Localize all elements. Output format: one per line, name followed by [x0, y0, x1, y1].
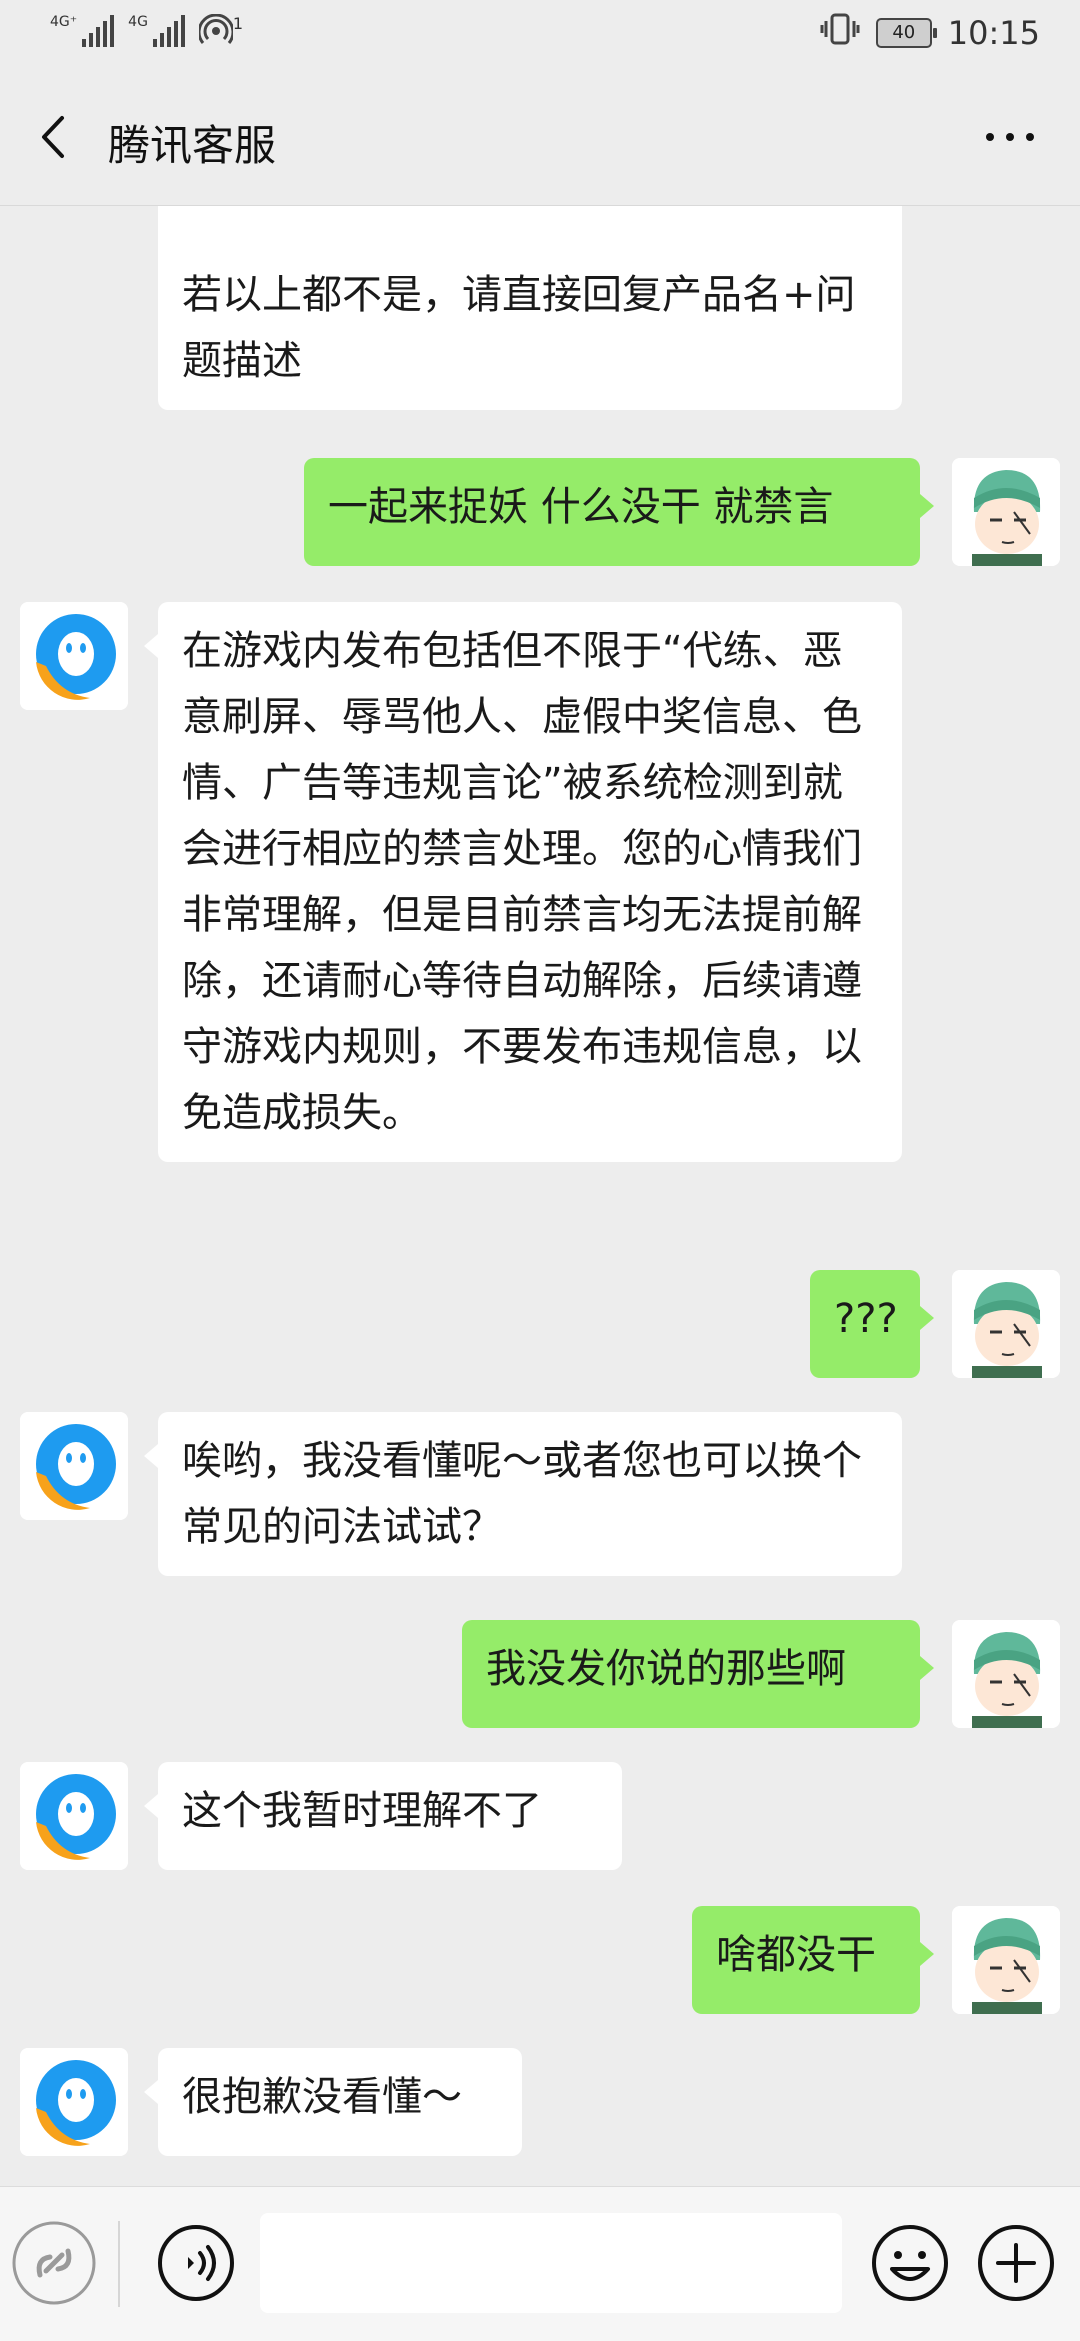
- hotspot-count: 1: [232, 14, 244, 33]
- message-text: ???: [834, 1296, 898, 1342]
- input-divider: [118, 2221, 120, 2307]
- message-text: 我没发你说的那些啊: [486, 1646, 846, 1692]
- signal-2-tag: 4G: [128, 14, 148, 30]
- message-text: 很抱歉没看懂～: [182, 2074, 462, 2120]
- message-bubble-incoming[interactable]: 在游戏内发布包括但不限于“代练、恶意刷屏、辱骂他人、虚假中奖信息、色情、广告等违…: [144, 602, 902, 1162]
- user-avatar-image: [952, 1270, 1060, 1378]
- user-avatar-image: [952, 1906, 1060, 2014]
- message-text: 啥都没干: [716, 1932, 876, 1978]
- message-text: 若以上都不是，请直接回复产品名+问题描述: [182, 272, 856, 384]
- message-text: 一起来捉妖 什么没干 就禁言: [328, 484, 834, 530]
- vibrate-icon: [820, 12, 860, 54]
- voice-icon[interactable]: [156, 2223, 236, 2303]
- mini-program-icon[interactable]: [10, 2219, 98, 2307]
- emoji-icon[interactable]: [870, 2223, 950, 2303]
- signal-icon-1: 4G⁺: [50, 14, 115, 47]
- bot-avatar[interactable]: [20, 2048, 128, 2156]
- battery-icon: 40: [875, 18, 937, 48]
- battery-level: 40: [892, 22, 916, 43]
- signal-1-tag: 4G⁺: [50, 14, 78, 30]
- signal-icon-2: 4G: [128, 15, 185, 47]
- user-avatar-image: [952, 1620, 1060, 1728]
- bot-avatar[interactable]: [20, 602, 128, 710]
- message-bubble-incoming[interactable]: 很抱歉没看懂～: [144, 2048, 522, 2156]
- back-arrow-icon[interactable]: [32, 114, 78, 160]
- message-text: 这个我暂时理解不了: [182, 1788, 542, 1834]
- qq-service-avatar-icon: [20, 1762, 128, 1870]
- message-bubble-outgoing[interactable]: ???: [810, 1270, 934, 1378]
- chat-input-bar: [0, 2186, 1080, 2341]
- message-bubble-outgoing[interactable]: 我没发你说的那些啊: [462, 1620, 934, 1728]
- user-avatar[interactable]: [952, 458, 1060, 566]
- user-avatar[interactable]: [952, 1906, 1060, 2014]
- message-text: 在游戏内发布包括但不限于“代练、恶意刷屏、辱骂他人、虚假中奖信息、色情、广告等违…: [182, 628, 862, 1136]
- clock: 10:15: [947, 14, 1040, 52]
- qq-service-avatar-icon: [20, 1412, 128, 1520]
- navigation-bar: 腾讯客服: [0, 70, 1080, 206]
- message-bubble-incoming[interactable]: 这个我暂时理解不了: [144, 1762, 622, 1870]
- message-bubble-incoming[interactable]: 唉哟，我没看懂呢～或者您也可以换个常见的问法试试？: [144, 1412, 902, 1576]
- add-icon[interactable]: [976, 2223, 1056, 2303]
- message-input[interactable]: [260, 2213, 842, 2313]
- user-avatar-image: [952, 458, 1060, 566]
- message-bubble-outgoing[interactable]: 啥都没干: [692, 1906, 934, 2014]
- hotspot-icon: 1: [198, 14, 244, 48]
- status-bar: 4G⁺ 4G 1 40 10:15: [0, 0, 1080, 70]
- message-bubble-outgoing[interactable]: 一起来捉妖 什么没干 就禁言: [304, 458, 934, 566]
- more-options-icon[interactable]: [980, 122, 1040, 152]
- chat-message-list[interactable]: 若以上都不是，请直接回复产品名+问题描述 一起来捉妖 什么没干 就禁言 在游戏内…: [0, 206, 1080, 2186]
- message-bubble-incoming[interactable]: 若以上都不是，请直接回复产品名+问题描述: [158, 206, 902, 410]
- user-avatar[interactable]: [952, 1270, 1060, 1378]
- qq-service-avatar-icon: [20, 2048, 128, 2156]
- user-avatar[interactable]: [952, 1620, 1060, 1728]
- message-text: 唉哟，我没看懂呢～或者您也可以换个常见的问法试试？: [182, 1438, 862, 1550]
- bot-avatar[interactable]: [20, 1762, 128, 1870]
- bot-avatar[interactable]: [20, 1412, 128, 1520]
- chat-title: 腾讯客服: [108, 121, 277, 170]
- qq-service-avatar-icon: [20, 602, 128, 710]
- signal-indicators: 4G⁺ 4G 1: [50, 14, 243, 48]
